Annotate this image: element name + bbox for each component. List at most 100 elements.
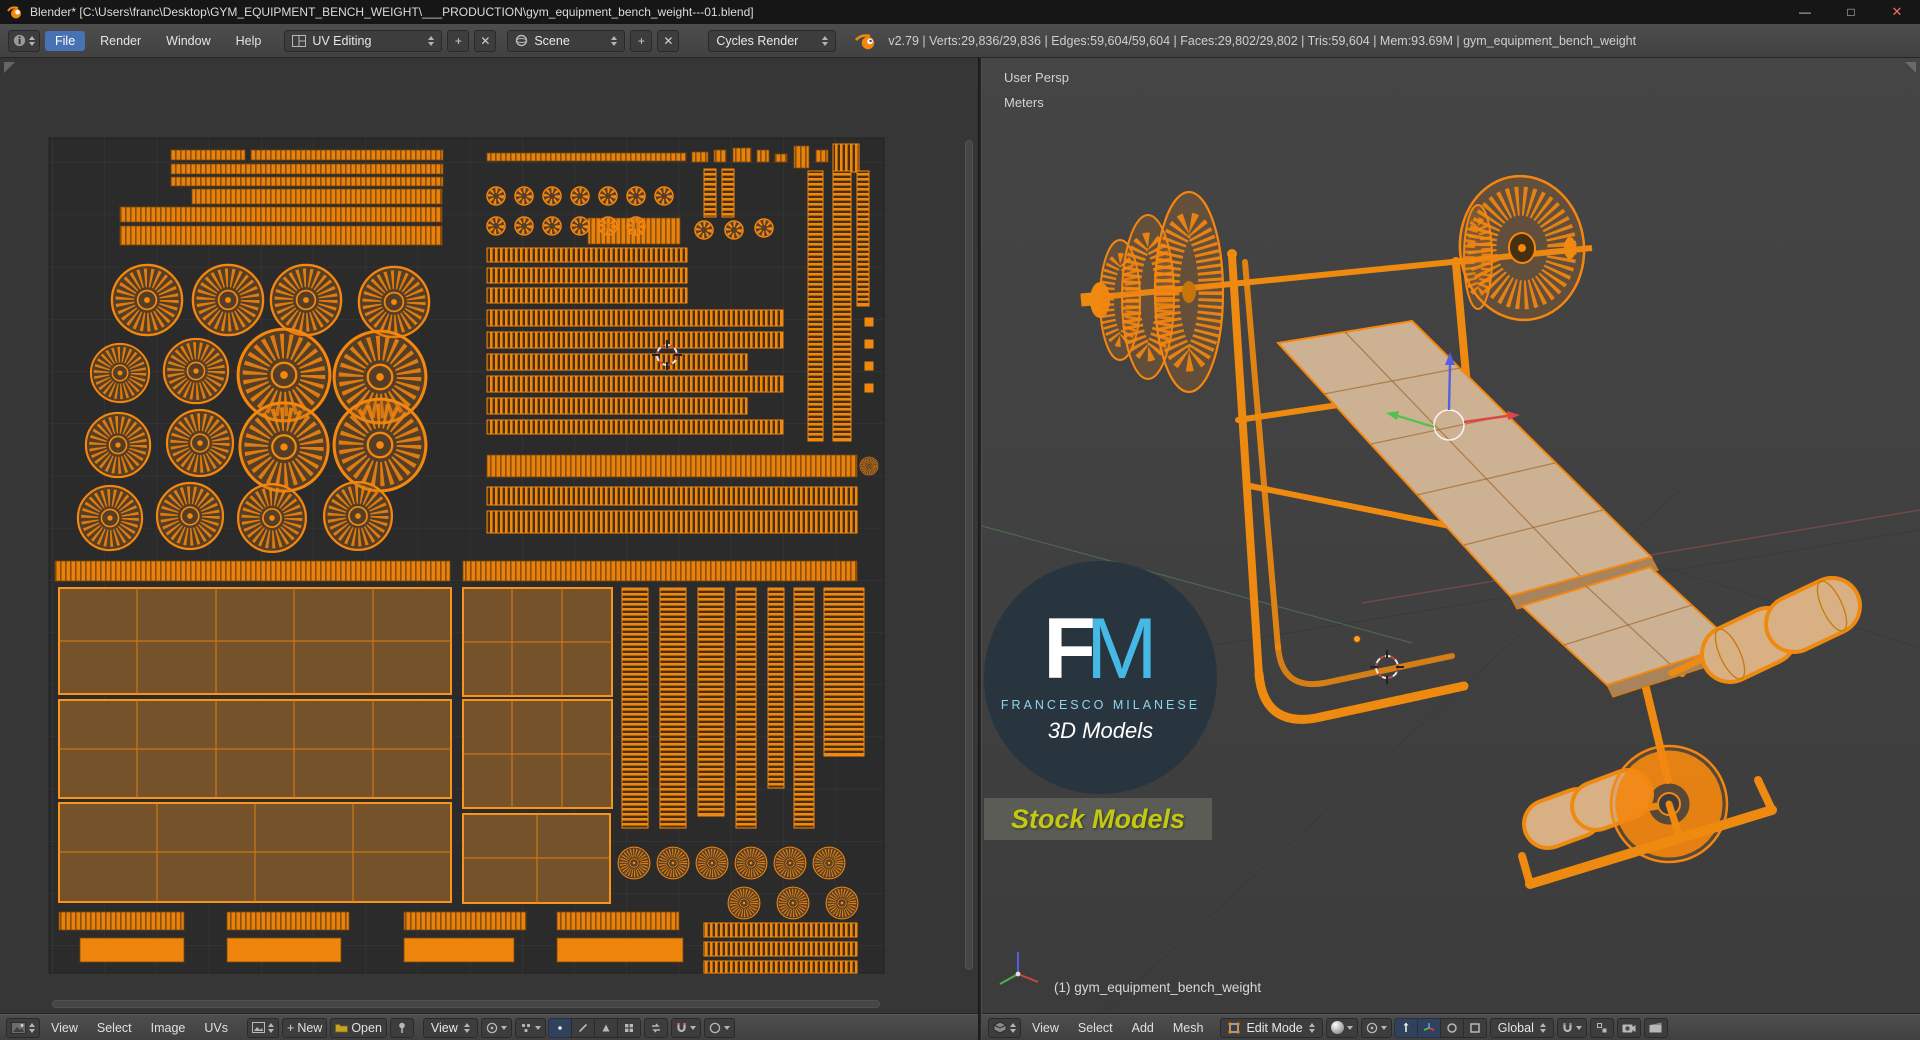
menu-render[interactable]: Render bbox=[90, 31, 151, 51]
close-button[interactable]: ✕ bbox=[1874, 0, 1920, 24]
viewport-units-label: Meters bbox=[1004, 95, 1044, 110]
menu-help[interactable]: Help bbox=[226, 31, 272, 51]
uv-menu-view[interactable]: View bbox=[43, 1019, 86, 1037]
dropdown-arrow-icon bbox=[723, 1025, 730, 1030]
opengl-render-anim-button[interactable] bbox=[1643, 1017, 1668, 1038]
snap-button[interactable] bbox=[1556, 1017, 1587, 1038]
clapper-icon bbox=[1649, 1022, 1662, 1033]
mini-axis-gizmo-icon bbox=[999, 952, 1039, 985]
uv-menu-select[interactable]: Select bbox=[89, 1019, 140, 1037]
uv-select-island-button[interactable] bbox=[616, 1017, 641, 1038]
image-editor-icon bbox=[11, 1021, 26, 1034]
viewport-view-label: User Persp bbox=[1004, 70, 1070, 85]
editor-switch-arrows-icon bbox=[29, 1022, 35, 1033]
viewport-canvas[interactable] bbox=[982, 58, 1920, 1014]
snap-increment-icon bbox=[1596, 1022, 1607, 1032]
axis-triad-icon bbox=[1423, 1022, 1435, 1031]
opengl-render-button[interactable] bbox=[1616, 1017, 1641, 1038]
vp-menu-select[interactable]: Select bbox=[1070, 1019, 1121, 1037]
manipulator-scale-button[interactable] bbox=[1462, 1017, 1487, 1038]
manipulator-rotate-button[interactable] bbox=[1439, 1017, 1464, 1038]
editor-switch-arrows-icon bbox=[1010, 1022, 1016, 1033]
uv-pivot-button[interactable] bbox=[480, 1017, 512, 1038]
scene-value: Scene bbox=[534, 33, 570, 48]
scene-icon bbox=[516, 34, 528, 47]
mode-arrows-icon bbox=[1308, 1022, 1315, 1033]
minimize-button[interactable]: — bbox=[1782, 0, 1828, 24]
menu-window[interactable]: Window bbox=[156, 31, 220, 51]
uv-snap-button[interactable] bbox=[670, 1017, 701, 1038]
titlebar: Blender* [C:\Users\franc\Desktop\GYM_EQU… bbox=[0, 0, 1920, 24]
uv-vertical-scrollbar[interactable] bbox=[965, 140, 973, 970]
uv-menu-image[interactable]: Image bbox=[143, 1019, 194, 1037]
image-new-button[interactable]: + New bbox=[282, 1017, 328, 1038]
uv-horizontal-scrollbar[interactable] bbox=[52, 1000, 880, 1008]
uv-editor-header: View Select Image UVs + New Open View bbox=[0, 1014, 978, 1040]
render-engine-selector[interactable]: Cycles Render bbox=[708, 29, 837, 52]
vp-menu-add[interactable]: Add bbox=[1124, 1019, 1162, 1037]
uv-proportional-edit-button[interactable] bbox=[703, 1017, 735, 1038]
uv-display-mode-selector[interactable]: View bbox=[422, 1017, 478, 1038]
viewport-3d[interactable]: User Persp Meters F M FRANCESCO MILANESE… bbox=[982, 58, 1920, 1040]
image-datablock-icon bbox=[252, 1022, 265, 1033]
watermark-subtitle: 3D Models bbox=[1047, 718, 1154, 744]
layout-browse-arrows-icon bbox=[428, 35, 435, 46]
uv-sticky-select-button[interactable] bbox=[514, 1017, 546, 1038]
manipulator-toggle-button[interactable] bbox=[1393, 1017, 1418, 1038]
uv-canvas[interactable] bbox=[0, 58, 978, 1014]
screen-layout-value: UV Editing bbox=[312, 33, 372, 48]
sticky-selection-icon bbox=[521, 1023, 530, 1032]
region-corner-icon[interactable] bbox=[4, 62, 15, 73]
layout-delete-button[interactable]: ✕ bbox=[474, 29, 497, 52]
edit-mode-icon bbox=[1229, 1022, 1240, 1033]
uv-editor-type-button[interactable] bbox=[6, 1017, 40, 1038]
dropdown-arrow-icon bbox=[1575, 1025, 1582, 1030]
scene-delete-button[interactable]: ✕ bbox=[657, 29, 680, 52]
plus-icon: + bbox=[287, 1020, 295, 1035]
face-select-icon bbox=[602, 1024, 610, 1031]
scene-selector[interactable]: Scene bbox=[507, 29, 626, 52]
region-corner-icon[interactable] bbox=[1905, 62, 1916, 73]
manipulator-translate-button[interactable] bbox=[1416, 1017, 1441, 1038]
dropdown-arrow-icon bbox=[534, 1025, 541, 1030]
menu-file[interactable]: File bbox=[45, 30, 86, 51]
screen-layout-icon bbox=[292, 34, 307, 47]
scene-browse-arrows-icon bbox=[611, 35, 618, 46]
island-select-icon bbox=[624, 1023, 633, 1032]
barbell-right-plates bbox=[1458, 174, 1586, 322]
uv-mode-arrows-icon bbox=[463, 1022, 470, 1033]
snap-element-button[interactable] bbox=[1589, 1017, 1614, 1038]
editor-type-button-info[interactable] bbox=[8, 29, 40, 52]
manipulator-group bbox=[1393, 1017, 1487, 1038]
vp-menu-mesh[interactable]: Mesh bbox=[1165, 1019, 1212, 1037]
viewport-shading-button[interactable] bbox=[1325, 1017, 1358, 1038]
object-origin-dot bbox=[1353, 635, 1361, 643]
interaction-mode-selector[interactable]: Edit Mode bbox=[1220, 1017, 1323, 1038]
maximize-button[interactable]: □ bbox=[1828, 0, 1874, 24]
uv-select-edge-button[interactable] bbox=[570, 1017, 595, 1038]
uv-sync-selection-button[interactable] bbox=[643, 1017, 668, 1038]
uv-image-editor[interactable]: View Select Image UVs + New Open View bbox=[0, 58, 978, 1040]
uv-select-face-button[interactable] bbox=[593, 1017, 618, 1038]
layout-add-button[interactable]: + bbox=[447, 29, 470, 52]
image-pin-button[interactable] bbox=[389, 1017, 414, 1038]
barbell-left-plates bbox=[1099, 190, 1225, 394]
pivot-center-button[interactable] bbox=[1360, 1017, 1392, 1038]
info-header: File Render Window Help UV Editing + ✕ S… bbox=[0, 24, 1920, 58]
transform-orientation-selector[interactable]: Global bbox=[1489, 1017, 1554, 1038]
scene-add-button[interactable]: + bbox=[630, 29, 653, 52]
uv-menu-uvs[interactable]: UVs bbox=[196, 1019, 236, 1037]
magnet-icon bbox=[677, 1022, 686, 1032]
shading-sphere-icon bbox=[1330, 1021, 1344, 1034]
screen-layout-selector[interactable]: UV Editing bbox=[284, 29, 443, 52]
image-open-button[interactable]: Open bbox=[330, 1017, 387, 1038]
uv-select-vertex-button[interactable] bbox=[547, 1017, 572, 1038]
vp-menu-view[interactable]: View bbox=[1024, 1019, 1067, 1037]
magnet-icon bbox=[1563, 1022, 1572, 1032]
viewport-editor-type-button[interactable] bbox=[988, 1017, 1021, 1038]
scale-manipulator-icon bbox=[1469, 1022, 1480, 1033]
dropdown-arrow-icon bbox=[1380, 1025, 1387, 1030]
image-browse-button[interactable] bbox=[247, 1017, 279, 1038]
blender-logo-icon bbox=[855, 33, 875, 49]
image-new-label: New bbox=[297, 1020, 323, 1035]
